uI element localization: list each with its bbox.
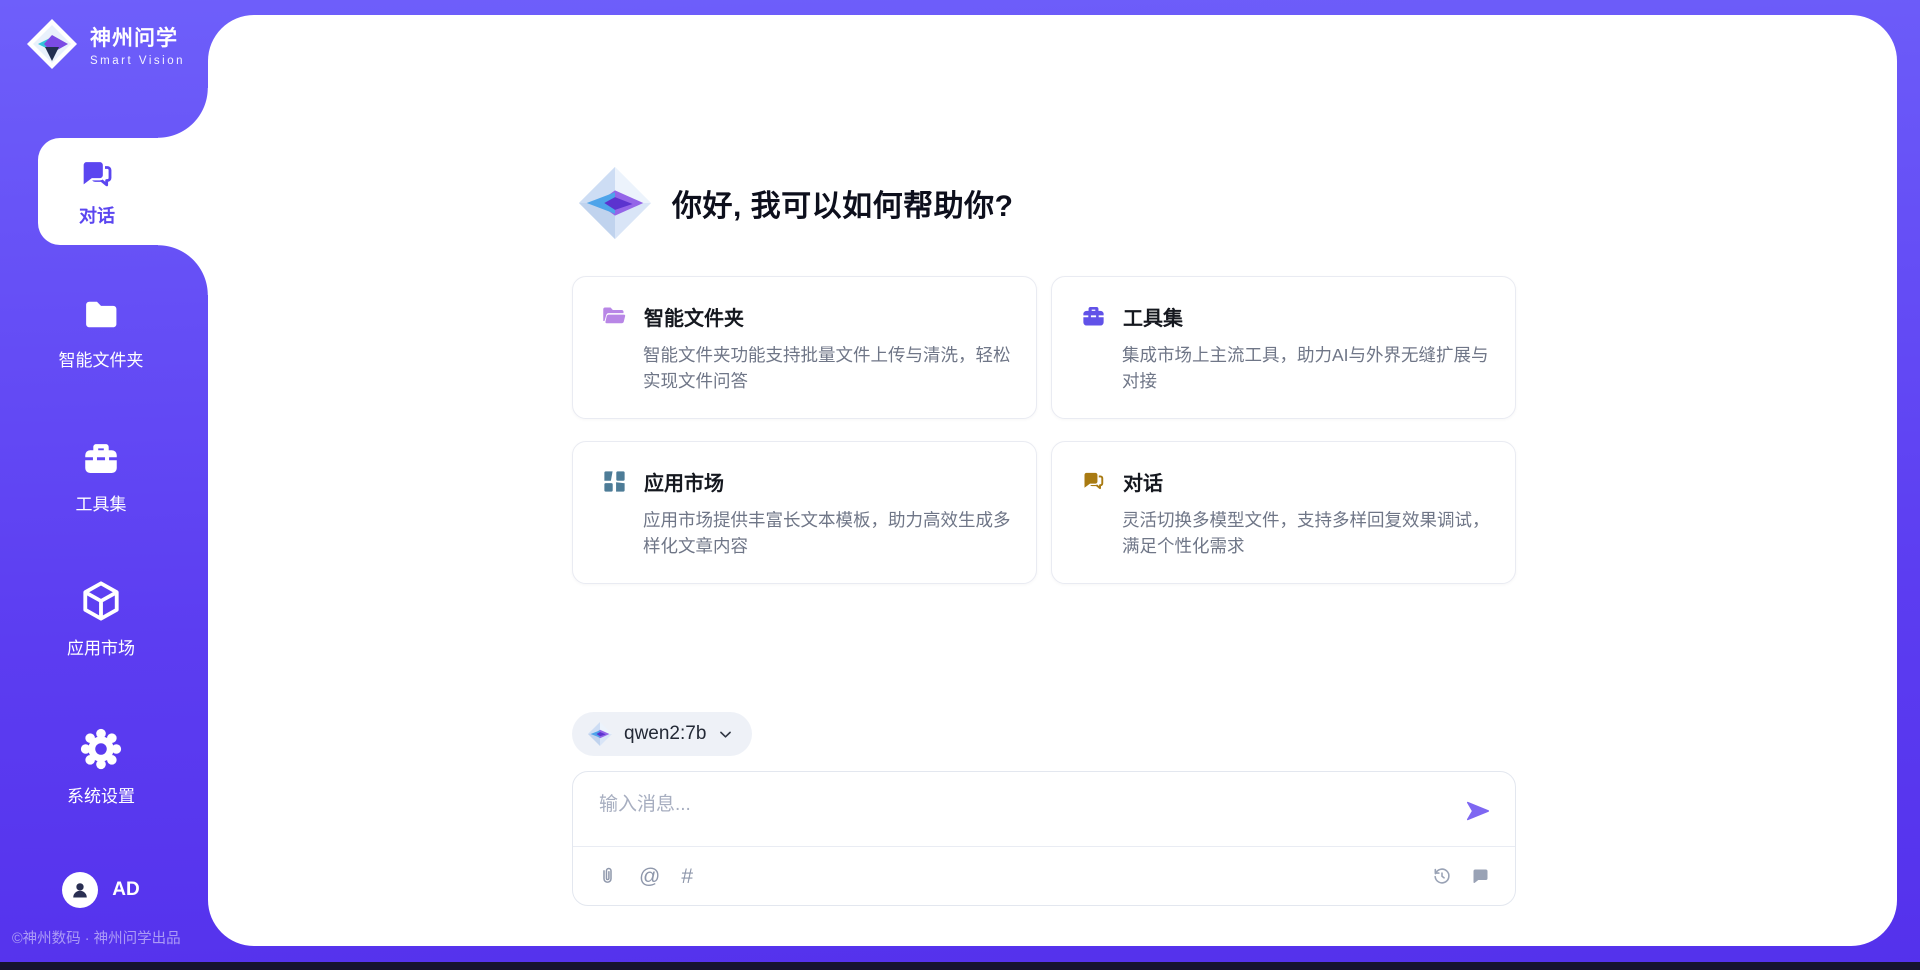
card-app-market[interactable]: 应用市场 应用市场提供丰富长文本模板，助力高效生成多样化文章内容 [572,441,1037,584]
card-title: 工具集 [1123,302,1183,331]
message-input[interactable] [599,788,1439,822]
sidebar-item-settings[interactable]: 系统设置 [0,726,202,807]
tab-fillet-bottom [158,245,208,295]
brand-subtitle: Smart Vision [90,55,185,67]
grid-icon [601,468,628,495]
brand-logo: 神州问学 Smart Vision [26,18,185,70]
diamond-logo-icon [587,721,613,747]
toolbox-icon [80,438,122,480]
attachment-icon[interactable] [597,866,618,887]
copyright-text: ©神州数码 · 神州问学出品 [12,927,212,948]
send-icon [1465,798,1491,824]
sidebar-item-label: 系统设置 [67,782,135,807]
card-title: 应用市场 [644,467,724,496]
diamond-logo-icon [26,18,78,70]
card-description: 智能文件夹功能支持批量文件上传与清洗，轻松实现文件问答 [643,342,1015,394]
card-chat[interactable]: 对话 灵活切换多模型文件，支持多样回复效果调试，满足个性化需求 [1051,441,1516,584]
model-name: qwen2:7b [624,723,706,745]
folder-open-icon [601,303,628,330]
cube-icon [78,578,124,624]
folder-icon [80,294,122,336]
card-title: 智能文件夹 [644,302,744,331]
send-button[interactable] [1465,798,1491,824]
feedback-icon[interactable] [1470,866,1491,887]
history-icon[interactable] [1431,865,1453,887]
feature-cards: 智能文件夹 智能文件夹功能支持批量文件上传与清洗，轻松实现文件问答 工具集 集成… [572,276,1516,584]
card-description: 应用市场提供丰富长文本模板，助力高效生成多样化文章内容 [643,507,1015,559]
sidebar-item-app-market[interactable]: 应用市场 [0,578,202,659]
model-selector[interactable]: qwen2:7b [572,712,752,756]
greeting-title: 你好, 我可以如何帮助你? [672,181,1014,225]
mention-icon[interactable]: @ [639,866,660,887]
greeting-row: 你好, 我可以如何帮助你? [576,164,1014,242]
sidebar-item-label: 对话 [79,202,115,228]
avatar [62,872,98,908]
hash-icon[interactable]: # [681,866,693,887]
sidebar-item-chat[interactable]: 对话 [38,138,208,245]
sidebar-item-label: 智能文件夹 [59,346,144,371]
card-title: 对话 [1123,467,1163,496]
message-composer: @ # [572,771,1516,906]
gear-icon [78,726,124,772]
card-description: 集成市场上主流工具，助力AI与外界无缝扩展与对接 [1122,342,1494,394]
sidebar-item-toolset[interactable]: 工具集 [0,438,202,515]
chevron-down-icon [717,726,734,743]
sidebar-item-label: 应用市场 [67,634,135,659]
sidebar-item-label: 工具集 [76,490,127,515]
diamond-logo-icon [576,164,654,242]
user-initials: AD [112,879,139,901]
tab-fillet-top [158,88,208,138]
briefcase-icon [1080,303,1107,330]
card-smart-folder[interactable]: 智能文件夹 智能文件夹功能支持批量文件上传与清洗，轻松实现文件问答 [572,276,1037,419]
card-description: 灵活切换多模型文件，支持多样回复效果调试，满足个性化需求 [1122,507,1494,559]
window-bottom-edge [0,962,1920,970]
brand-name: 神州问学 [90,22,185,52]
person-icon [69,879,91,901]
card-toolset[interactable]: 工具集 集成市场上主流工具，助力AI与外界无缝扩展与对接 [1051,276,1516,419]
user-profile[interactable]: AD [0,872,202,908]
chat-bubbles-icon [1080,468,1107,495]
chat-icon [77,155,117,195]
sidebar-item-smart-folder[interactable]: 智能文件夹 [0,294,202,371]
